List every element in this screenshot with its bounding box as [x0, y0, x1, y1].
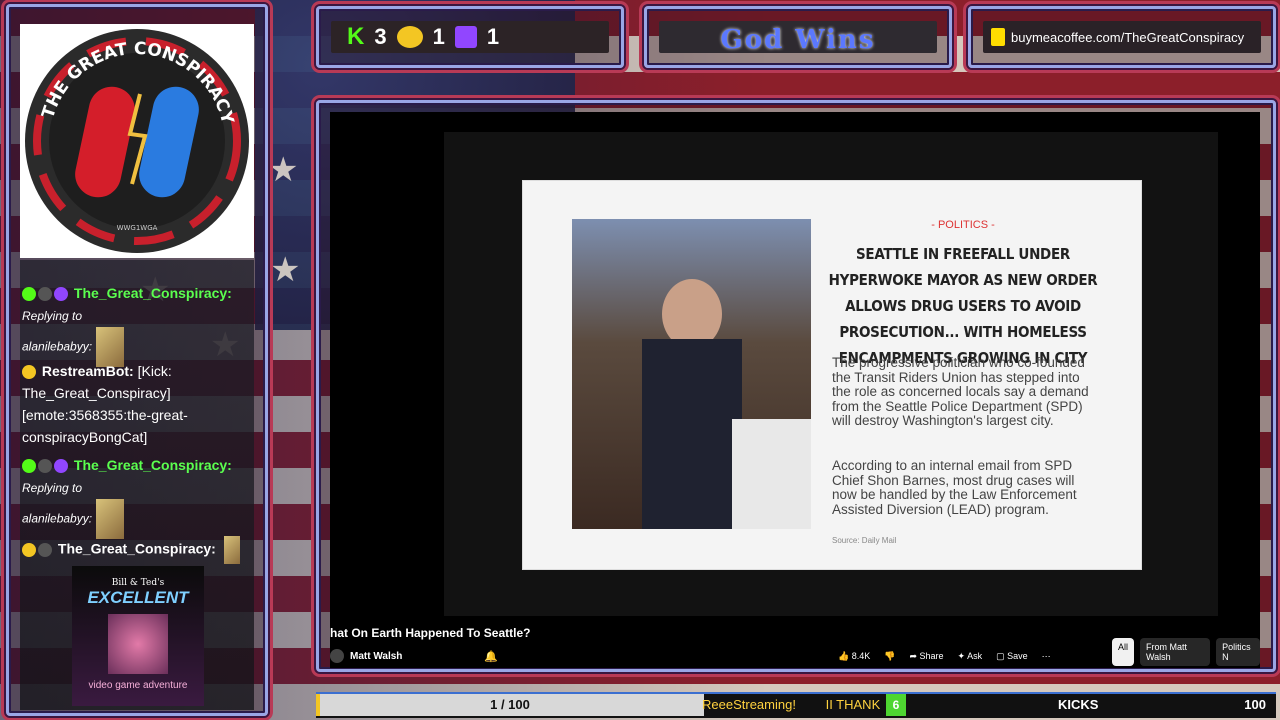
- emote-image: [96, 499, 125, 539]
- coffee-url[interactable]: buymeacoffee.com/TheGreatConspiracy: [1011, 30, 1244, 45]
- channel-logo: THE GREAT CONSPIRACY WWG1WGA: [20, 24, 254, 258]
- coffee-cup-icon: [991, 28, 1005, 46]
- dislike-button[interactable]: 👎: [884, 651, 895, 662]
- chat-username[interactable]: The_Great_Conspiracy:: [58, 541, 216, 557]
- video-actions: 👍 8.4K 👎 ➦ Share ✦ Ask ▢ Save ⋯: [838, 651, 1051, 662]
- counter-frame: K 3 1 1: [316, 6, 624, 68]
- article-paragraph-2: According to an internal email from SPD …: [832, 458, 1077, 517]
- save-button[interactable]: ▢ Save: [996, 651, 1028, 662]
- chip-all[interactable]: All: [1112, 638, 1135, 666]
- stream-overlay: { "logo": {"title":"THE GREAT CONSPIRACY…: [0, 0, 1280, 720]
- chat-message: The_Great_Conspiracy:: [22, 536, 240, 564]
- restream-badge-icon: [22, 543, 36, 557]
- bottom-ticker-bar: 1 / 100 ReeeStreaming! II THANK YO 6 KIC…: [316, 692, 1276, 718]
- chip-politics[interactable]: Politics N: [1216, 638, 1260, 666]
- article-photo: [572, 219, 811, 529]
- article-source: Source: Daily Mail: [832, 536, 897, 545]
- channel-avatar[interactable]: [330, 649, 344, 663]
- kick-badge-icon: [22, 459, 36, 474]
- article-slide: - POLITICS - SEATTLE IN FREEFALL UNDER H…: [522, 180, 1142, 570]
- emote-image: [223, 536, 240, 564]
- chat-reply-label: Replying to: [22, 481, 83, 495]
- twitch-badge-icon: [54, 459, 68, 474]
- kicks-goal: KICKS 100: [906, 694, 1276, 716]
- article-kicker: - POLITICS -: [931, 219, 995, 231]
- gif-title: EXCELLENT: [87, 588, 189, 607]
- mod-badge-icon: [38, 459, 52, 474]
- ticker-text: ReeeStreaming! II THANK YO: [702, 694, 882, 716]
- article-headline: SEATTLE IN FREEFALL UNDER HYPERWOKE MAYO…: [828, 245, 1098, 367]
- twitch-icon: [454, 26, 477, 48]
- chat-message: RestreamBot: [Kick: The_Great_Conspiracy…: [22, 360, 252, 448]
- chat-reply-label: Replying to: [22, 309, 83, 323]
- god-wins-frame: God Wins: [644, 6, 952, 68]
- kick-badge-icon: [22, 287, 36, 302]
- chat-username[interactable]: The_Great_Conspiracy:: [74, 285, 232, 301]
- video-title[interactable]: hat On Earth Happened To Seattle?: [330, 626, 530, 640]
- recommendation-chips: All From Matt Walsh Politics N: [1112, 638, 1260, 666]
- person-body-image: [642, 339, 742, 529]
- star-icon: ★: [268, 150, 299, 190]
- goal-progress-bar: 1 / 100: [316, 694, 704, 716]
- ask-button[interactable]: ✦ Ask: [958, 651, 983, 662]
- chat-message: The_Great_Conspiracy: Replying to alanil…: [22, 454, 254, 539]
- coffee-frame: buymeacoffee.com/TheGreatConspiracy: [968, 6, 1276, 68]
- restream-count: 1: [432, 24, 445, 49]
- chat-feed: The_Great_Conspiracy: Replying to alanil…: [20, 260, 254, 710]
- more-icon[interactable]: ⋯: [1042, 651, 1051, 662]
- like-button[interactable]: 👍 8.4K: [838, 651, 870, 662]
- ticker-message: ReeeStreaming!: [702, 697, 796, 712]
- kicks-label: KICKS: [1058, 697, 1099, 712]
- star-icon: ★: [270, 250, 301, 290]
- gif-figures-image: [108, 614, 168, 674]
- podium-image: [732, 419, 811, 529]
- chat-username[interactable]: The_Great_Conspiracy:: [74, 457, 232, 473]
- chat-reply-target: alanilebabyy:: [22, 339, 93, 354]
- god-wins-panel: God Wins: [659, 21, 937, 55]
- twitch-count: 1: [486, 24, 500, 49]
- coffee-panel: buymeacoffee.com/TheGreatConspiracy: [983, 21, 1261, 53]
- twitch-badge-icon: [54, 287, 68, 302]
- god-wins-banner: God Wins: [720, 25, 876, 55]
- kicks-progress-fill: 6: [886, 694, 906, 716]
- save-label: Save: [1007, 651, 1028, 661]
- logo-subtitle: WWG1WGA: [117, 224, 158, 232]
- mod-badge-icon: [38, 543, 52, 557]
- restream-badge-icon: [22, 365, 36, 380]
- share-button[interactable]: ➦ Share: [909, 651, 943, 662]
- kick-icon: K: [347, 23, 365, 50]
- goal-progress-fill: [316, 694, 320, 716]
- goal-progress-label: 1 / 100: [490, 697, 530, 712]
- ticker-message-2: II THANK YO: [825, 697, 882, 712]
- restream-icon: [396, 26, 423, 48]
- ask-label: Ask: [967, 651, 983, 661]
- share-label: Share: [919, 651, 944, 661]
- mod-badge-icon: [38, 287, 52, 302]
- gif-bottom-text: video game adventure: [88, 680, 188, 691]
- chat-username[interactable]: RestreamBot:: [42, 363, 134, 379]
- video-player[interactable]: - POLITICS - SEATTLE IN FREEFALL UNDER H…: [330, 112, 1260, 668]
- chip-from-channel[interactable]: From Matt Walsh: [1140, 638, 1211, 666]
- kick-count: 3: [374, 24, 387, 49]
- gif-top-text: Bill & Ted's: [111, 578, 165, 588]
- like-count: 8.4K: [851, 651, 871, 661]
- chat-gif: Bill & Ted's EXCELLENT video game advent…: [72, 566, 204, 706]
- chat-message: The_Great_Conspiracy: Replying to alanil…: [22, 282, 254, 367]
- counter-panel: K 3 1 1: [331, 21, 609, 53]
- article-paragraph-1: The progressive politician who co-founde…: [832, 355, 1089, 428]
- bell-icon[interactable]: 🔔: [484, 650, 498, 663]
- kicks-goal-value: 100: [1244, 697, 1266, 712]
- channel-name[interactable]: Matt Walsh: [350, 651, 402, 662]
- chat-reply-target: alanilebabyy:: [22, 511, 93, 526]
